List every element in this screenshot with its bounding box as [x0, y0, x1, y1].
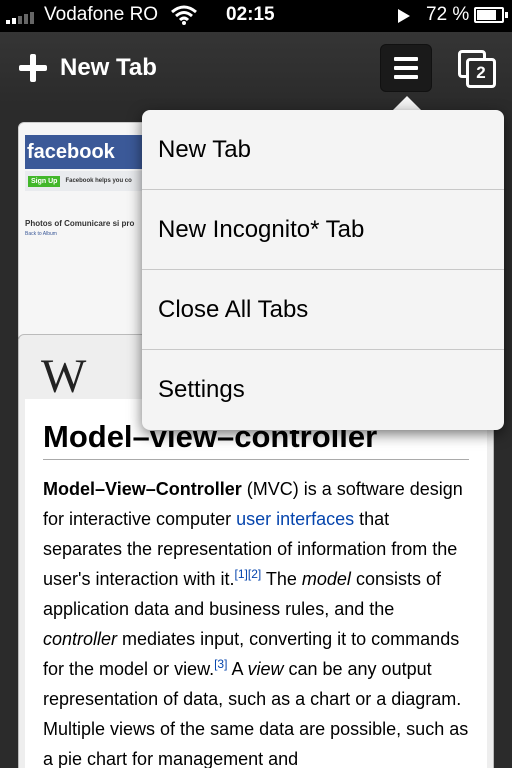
facebook-back-link: Back to Album [25, 231, 57, 237]
new-tab-button[interactable]: New Tab [18, 50, 157, 86]
menu-item-new-incognito-tab[interactable]: New Incognito* Tab [142, 190, 504, 270]
menu-item-close-all-tabs[interactable]: Close All Tabs [142, 270, 504, 350]
hamburger-icon [394, 57, 418, 61]
facebook-signup-button: Sign Up [28, 175, 61, 187]
facebook-photos-title: Photos of Comunicare si pro [25, 219, 135, 228]
signal-strength-icon [6, 12, 34, 24]
article-body: Model–View–Controller (MVC) is a softwar… [43, 479, 469, 768]
menu-caret [393, 96, 421, 110]
citation-link[interactable]: [1][2] [235, 567, 262, 581]
facebook-helper-text: Facebook helps you co [65, 178, 132, 184]
battery-icon [474, 7, 508, 23]
status-time: 02:15 [226, 4, 275, 25]
citation-link[interactable]: [3] [214, 657, 227, 671]
play-icon [398, 9, 410, 23]
wikipedia-logo: W [41, 350, 87, 403]
battery-percent: 72 % [426, 4, 470, 25]
overflow-menu: New Tab New Incognito* Tab Close All Tab… [142, 110, 504, 430]
status-bar: Vodafone RO 02:15 72 % [0, 0, 512, 32]
tab-switcher-button[interactable]: 2 [458, 50, 496, 88]
carrier-name: Vodafone RO [44, 4, 159, 25]
user-interfaces-link[interactable]: user interfaces [236, 509, 354, 529]
menu-button[interactable] [380, 44, 432, 92]
browser-toolbar: New Tab 2 [0, 32, 512, 104]
wifi-icon [170, 5, 198, 31]
wikipedia-article: Model–view–controller Model–View–Control… [25, 399, 487, 768]
article-term: Model–View–Controller [43, 479, 242, 499]
plus-icon [18, 53, 48, 83]
new-tab-label: New Tab [60, 54, 157, 81]
tab-count: 2 [466, 58, 496, 88]
menu-item-new-tab[interactable]: New Tab [142, 110, 504, 190]
menu-item-settings[interactable]: Settings [142, 350, 504, 430]
